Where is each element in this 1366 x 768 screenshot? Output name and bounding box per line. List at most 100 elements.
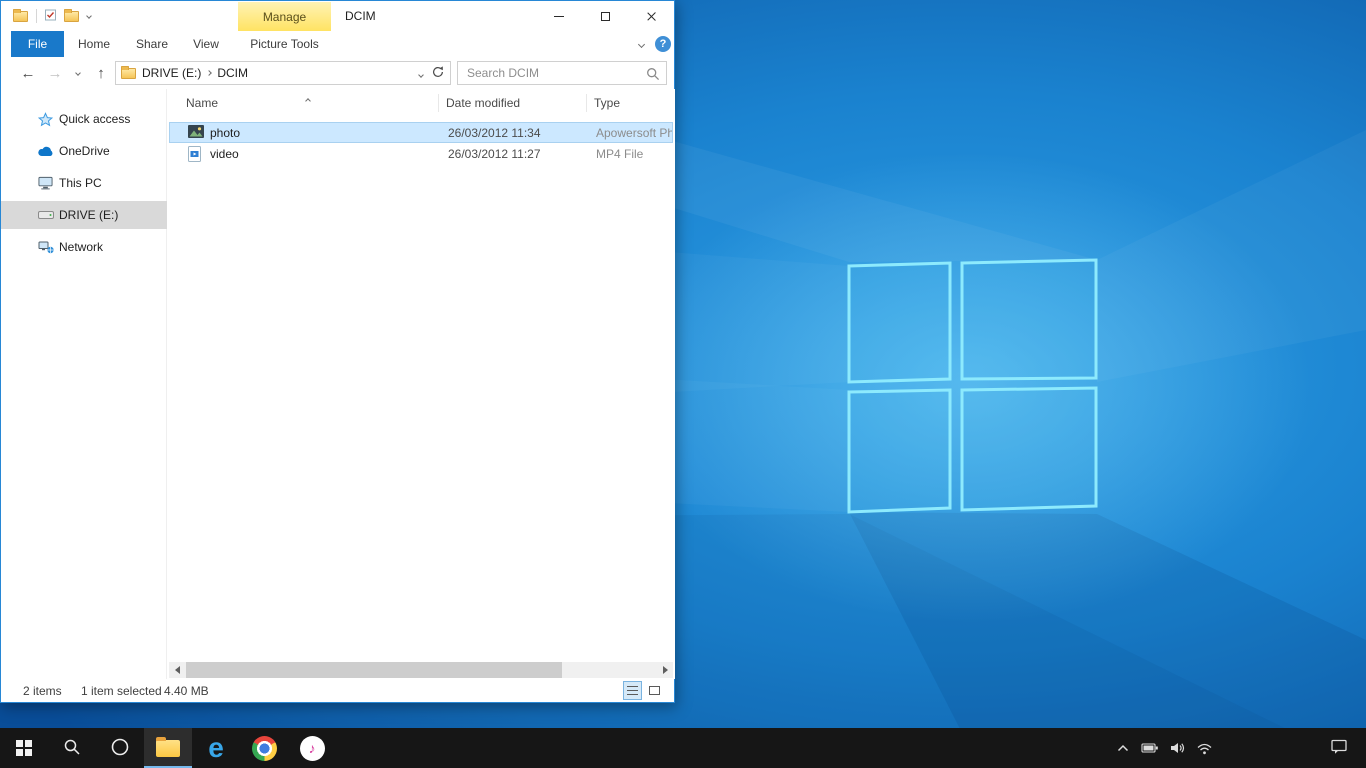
maximize-button[interactable]: [582, 1, 628, 31]
search-icon[interactable]: [646, 67, 660, 84]
tab-home[interactable]: Home: [69, 31, 119, 57]
ribbon-contextual-group-manage[interactable]: Manage: [238, 2, 331, 31]
tab-view[interactable]: View: [185, 31, 227, 57]
sidebar-item-quick-access[interactable]: Quick access: [1, 105, 167, 133]
sort-ascending-icon[interactable]: [306, 92, 310, 106]
refresh-button[interactable]: [431, 65, 445, 82]
horizontal-scrollbar[interactable]: [169, 662, 673, 678]
thumbnails-view-button[interactable]: [645, 681, 664, 700]
search-box: [457, 61, 667, 85]
help-button[interactable]: ?: [655, 36, 671, 52]
scroll-right-button[interactable]: [657, 662, 673, 678]
search-input[interactable]: [458, 62, 666, 84]
window-controls: [536, 1, 674, 31]
qat-customize-chevron-icon[interactable]: [86, 13, 92, 19]
start-button[interactable]: [0, 728, 48, 768]
sidebar-item-label: Quick access: [59, 112, 130, 126]
up-button[interactable]: ↑: [89, 57, 113, 89]
details-view-icon: [627, 686, 638, 695]
sidebar-item-label: DRIVE (E:): [59, 208, 118, 222]
item-count: 2 items: [23, 684, 62, 698]
itunes-icon: ♪: [300, 736, 325, 761]
cortana-button[interactable]: [96, 728, 144, 768]
windows-logo-icon: [16, 740, 32, 756]
forward-button[interactable]: →: [43, 57, 67, 89]
minimize-button[interactable]: [536, 1, 582, 31]
scroll-left-button[interactable]: [169, 662, 185, 678]
sidebar-item-label: OneDrive: [59, 144, 110, 158]
action-center-icon: [1330, 738, 1348, 758]
sidebar-item-label: This PC: [59, 176, 102, 190]
address-folder-icon: [121, 68, 136, 79]
close-icon: [646, 11, 657, 22]
view-toggle-buttons: [623, 681, 664, 700]
scrollbar-thumb[interactable]: [186, 662, 562, 678]
selection-size: 4.40 MB: [164, 684, 209, 698]
titlebar[interactable]: Manage DCIM: [1, 1, 674, 31]
file-type: Apowersoft Pho: [596, 126, 672, 140]
file-name: photo: [210, 126, 240, 140]
tab-picture-tools[interactable]: Picture Tools: [238, 31, 331, 57]
taskbar-chrome-button[interactable]: [240, 728, 288, 768]
photo-file-icon: [188, 125, 204, 141]
column-header-date-modified[interactable]: Date modified: [446, 96, 520, 110]
cortana-circle-icon: [110, 737, 130, 760]
sidebar-item-this-pc[interactable]: This PC: [1, 169, 167, 197]
quick-access-toolbar: [13, 1, 91, 31]
network-icon: [37, 241, 54, 254]
file-row-photo[interactable]: photo 26/03/2012 11:34 Apowersoft Pho: [169, 122, 673, 143]
action-center-button[interactable]: [1324, 728, 1354, 768]
file-list-pane[interactable]: Name Date modified Type photo 26/03/2012…: [167, 89, 675, 679]
chrome-icon: [252, 736, 277, 761]
column-separator[interactable]: [438, 94, 439, 112]
sidebar-item-drive-e[interactable]: DRIVE (E:): [1, 201, 167, 229]
qat-divider: [36, 9, 37, 23]
chevron-down-icon: [637, 40, 644, 47]
battery-icon[interactable]: [1141, 739, 1159, 757]
sidebar-item-label: Network: [59, 240, 103, 254]
sidebar-item-onedrive[interactable]: OneDrive: [1, 137, 167, 165]
triangle-right-icon: [663, 666, 668, 674]
computer-icon: [37, 176, 54, 190]
volume-icon[interactable]: [1168, 739, 1186, 757]
cloud-icon: [37, 146, 54, 157]
close-button[interactable]: [628, 1, 674, 31]
breadcrumb-segment-drive[interactable]: DRIVE (E:): [136, 66, 207, 80]
taskbar-itunes-button[interactable]: ♪: [288, 728, 336, 768]
ribbon-expand-button[interactable]: [631, 31, 651, 57]
breadcrumb-segment-dcim[interactable]: DCIM: [211, 66, 254, 80]
address-bar[interactable]: DRIVE (E:) DCIM: [115, 61, 451, 85]
column-header-name[interactable]: Name: [186, 96, 218, 110]
star-icon: [37, 112, 54, 127]
window-title: DCIM: [345, 1, 376, 31]
thumbnails-view-icon: [649, 686, 660, 695]
column-separator[interactable]: [586, 94, 587, 112]
hidden-icons-button[interactable]: [1114, 739, 1132, 757]
details-view-button[interactable]: [623, 681, 642, 700]
file-row-video[interactable]: video 26/03/2012 11:27 MP4 File: [169, 143, 673, 164]
back-button[interactable]: ←: [15, 57, 41, 89]
taskbar: e ♪: [0, 728, 1366, 768]
wifi-icon[interactable]: [1195, 739, 1213, 757]
file-date-modified: 26/03/2012 11:34: [448, 126, 541, 140]
taskbar-file-explorer-button[interactable]: [144, 728, 192, 768]
recent-locations-button[interactable]: [69, 57, 87, 89]
chevron-down-icon: [75, 70, 81, 76]
new-folder-icon[interactable]: [64, 11, 79, 22]
search-icon: [63, 738, 81, 759]
address-dropdown-button[interactable]: [411, 66, 431, 80]
file-name: video: [210, 147, 239, 161]
properties-checkmark-icon[interactable]: [45, 9, 56, 24]
system-tray: [1114, 728, 1213, 768]
column-headers: Name Date modified Type: [167, 89, 675, 117]
navigation-pane: Quick access OneDrive This PC DRIVE (E:): [1, 89, 167, 679]
column-header-type[interactable]: Type: [594, 96, 620, 110]
chevron-down-icon: [418, 72, 424, 78]
file-type: MP4 File: [596, 147, 672, 161]
tab-share[interactable]: Share: [127, 31, 177, 57]
taskbar-search-button[interactable]: [48, 728, 96, 768]
sidebar-item-network[interactable]: Network: [1, 233, 167, 261]
tab-file[interactable]: File: [11, 31, 64, 57]
taskbar-edge-button[interactable]: e: [192, 728, 240, 768]
file-explorer-icon: [156, 740, 180, 757]
